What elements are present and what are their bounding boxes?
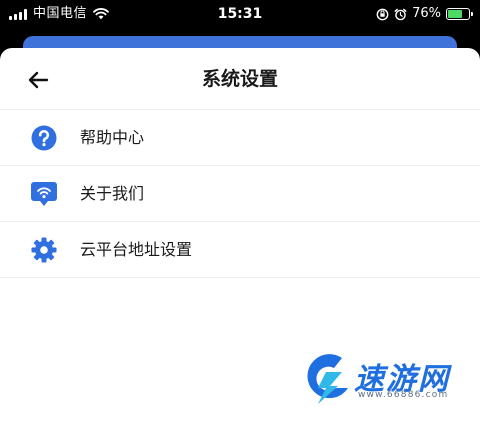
watermark-logo <box>307 354 348 404</box>
watermark-url: www.66886.com <box>358 390 449 400</box>
page-title: 系统设置 <box>201 68 278 90</box>
menu-item-label: 帮助中心 <box>80 128 145 147</box>
orientation-lock-icon <box>376 8 389 20</box>
battery-fill <box>448 10 462 18</box>
battery-icon <box>446 8 473 20</box>
status-bar: 中国电信 15:31 76% <box>0 0 480 28</box>
watermark: 速游网 www.66886.com <box>296 350 476 410</box>
gear-icon <box>30 236 58 264</box>
battery-percent: 76% <box>412 6 441 21</box>
alarm-clock-icon <box>394 8 407 20</box>
settings-menu: 帮助中心 关于我们 云平台地址设置 <box>0 110 480 278</box>
about-us-icon <box>30 180 58 208</box>
menu-item-label: 关于我们 <box>80 184 145 203</box>
nav-bar: 系统设置 <box>0 48 480 110</box>
menu-item-about-us[interactable]: 关于我们 <box>0 166 480 222</box>
help-circle-icon <box>30 124 58 152</box>
menu-item-help-center[interactable]: 帮助中心 <box>0 110 480 166</box>
menu-item-label: 云平台地址设置 <box>80 240 193 259</box>
status-bar-right: 76% <box>376 0 473 28</box>
menu-item-cloud-address[interactable]: 云平台地址设置 <box>0 222 480 278</box>
